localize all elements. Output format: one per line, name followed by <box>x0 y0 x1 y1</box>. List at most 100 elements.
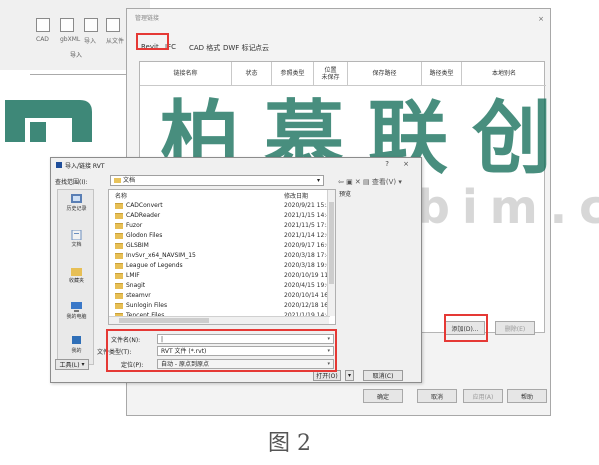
folder-icon <box>115 293 123 299</box>
folder-icon <box>115 283 123 289</box>
favorites-folder-icon <box>71 268 82 276</box>
file-name: Glodon Files <box>126 232 163 239</box>
highlight-add-button <box>444 314 488 342</box>
look-in-select[interactable]: 文档 ▾ <box>110 175 324 186</box>
folder-icon <box>115 243 123 249</box>
place-history[interactable]: 历史记录 <box>58 194 95 212</box>
file-name: InvSvr_x64_NAVSIM_15 <box>126 252 196 259</box>
dialog-title: 导入/链接 RVT <box>65 163 105 170</box>
cad-link-icon[interactable] <box>36 18 50 32</box>
file-name: LMIF <box>126 272 140 279</box>
computer-icon <box>71 302 82 312</box>
file-name: League of Legends <box>126 262 183 269</box>
folder-icon <box>115 303 123 309</box>
apply-button[interactable]: 应用(A) <box>463 389 503 403</box>
highlight-revit-tab <box>136 33 169 50</box>
place-label: 收藏夹 <box>68 278 84 284</box>
folder-icon <box>114 178 121 183</box>
close-icon[interactable]: × <box>538 15 544 23</box>
file-row[interactable]: CADReader 2021/1/15 14:4 <box>109 211 330 221</box>
file-date: 2020/9/17 16:0 <box>284 242 331 249</box>
divider <box>30 74 130 75</box>
tools-button[interactable]: 工具(L) ▾ <box>55 359 89 370</box>
place-label: 文档 <box>71 242 82 248</box>
file-date: 2020/12/18 16 <box>284 302 329 309</box>
ribbon-label-from-file: 从文件 <box>106 38 125 45</box>
file-date: 2021/11/5 17:3 <box>284 222 331 229</box>
place-documents[interactable]: 文档 <box>58 230 95 248</box>
horizontal-scrollbar[interactable] <box>109 316 329 324</box>
documents-icon <box>71 230 82 240</box>
file-date: 2020/3/18 17:4 <box>284 252 331 259</box>
file-date: 2020/9/21 15:3 <box>284 202 331 209</box>
watermark-logo <box>5 100 92 142</box>
file-row[interactable]: steamvr 2020/10/14 16 <box>109 291 329 301</box>
revit-app-icon <box>56 162 62 168</box>
history-icon <box>71 194 82 203</box>
file-row[interactable]: InvSvr_x64_NAVSIM_15 2020/3/18 17:4 <box>109 251 331 261</box>
file-row[interactable]: Sunlogin Files 2020/12/18 16 <box>109 301 329 311</box>
folder-icon <box>115 223 123 229</box>
ribbon-label-import: 导入 <box>84 38 97 45</box>
place-my[interactable]: 我的 <box>58 336 95 354</box>
file-name: GLSBIM <box>126 242 149 249</box>
close-icon[interactable]: × <box>403 160 409 168</box>
vertical-scrollbar[interactable] <box>327 190 335 316</box>
col-modified-date[interactable]: 修改日期 <box>284 191 308 200</box>
dialog-title: 管理链接 <box>135 15 160 22</box>
folder-icon <box>115 213 123 219</box>
remove-button[interactable]: 删除(E) <box>495 321 535 335</box>
folder-icon <box>115 273 123 279</box>
file-date: 2020/10/19 11 <box>284 272 329 279</box>
file-row[interactable]: LMIF 2020/10/19 11 <box>109 271 329 281</box>
tab-point-cloud[interactable]: 点云 <box>255 43 269 53</box>
file-date: 2020/3/18 19:0 <box>284 262 331 269</box>
chevron-down-icon: ▾ <box>316 177 320 184</box>
tab-cad-formats[interactable]: CAD 格式 <box>189 43 220 53</box>
folder-icon <box>115 233 123 239</box>
file-row[interactable]: Snagit 2020/4/15 19:0 <box>109 281 330 291</box>
ok-button[interactable]: 确定 <box>363 389 403 403</box>
cancel-button[interactable]: 取消 <box>417 389 457 403</box>
dialog-titlebar: 导入/链接 RVT ? × <box>51 158 421 172</box>
ribbon-label-gbxml: gbXML <box>60 36 81 43</box>
network-icon <box>72 336 81 344</box>
file-toolbar[interactable]: ⇦ ▣ ✕ ▤ 查看(V) ▾ <box>338 177 402 187</box>
place-label: 我的电脑 <box>66 314 87 320</box>
file-row[interactable]: Glodon Files 2021/1/14 12:0 <box>109 231 330 241</box>
help-icon[interactable]: ? <box>385 160 389 168</box>
look-in-value: 文档 <box>123 177 136 184</box>
preview-label: 预览 <box>339 191 352 198</box>
places-bar: 历史记录 文档 收藏夹 我的电脑 我的 <box>57 189 94 365</box>
figure-caption: 图 2 <box>268 431 311 456</box>
file-name: Snagit <box>126 282 146 289</box>
look-in-label: 查找范围(I): <box>55 179 88 186</box>
gbxml-icon[interactable] <box>60 18 74 32</box>
cancel-button[interactable]: 取消(C) <box>363 370 403 381</box>
scroll-thumb[interactable] <box>329 202 334 284</box>
col-name[interactable]: 名称 <box>115 191 127 200</box>
file-row[interactable]: Fuzor 2021/11/5 17:3 <box>109 221 331 231</box>
tools-button-label: 工具(L) <box>59 362 80 369</box>
place-favorites[interactable]: 收藏夹 <box>58 266 95 284</box>
folder-icon <box>115 203 123 209</box>
place-label: 历史记录 <box>66 206 87 212</box>
file-name: CADConvert <box>126 202 163 209</box>
folder-icon <box>115 263 123 269</box>
file-row[interactable]: League of Legends 2020/3/18 19:0 <box>109 261 331 271</box>
file-date: 2020/10/14 16 <box>284 292 329 299</box>
help-button[interactable]: 帮助 <box>507 389 547 403</box>
open-dropdown-button[interactable]: ▾ <box>345 370 354 381</box>
from-file-icon[interactable] <box>106 18 120 32</box>
highlight-file-fields <box>106 329 337 372</box>
file-name: CADReader <box>126 212 161 219</box>
file-row[interactable]: GLSBIM 2020/9/17 16:0 <box>109 241 331 251</box>
file-name: Fuzor <box>126 222 143 229</box>
place-label: 我的 <box>71 348 82 354</box>
tab-dwf-markup[interactable]: DWF 标记 <box>223 43 256 53</box>
import-icon[interactable] <box>84 18 98 32</box>
file-list[interactable]: 名称 修改日期 CADConvert 2020/9/21 15:3 CADReade… <box>108 189 336 325</box>
file-row[interactable]: CADConvert 2020/9/21 15:3 <box>109 201 331 211</box>
place-my-computer[interactable]: 我的电脑 <box>58 302 95 320</box>
scroll-thumb[interactable] <box>119 318 209 323</box>
